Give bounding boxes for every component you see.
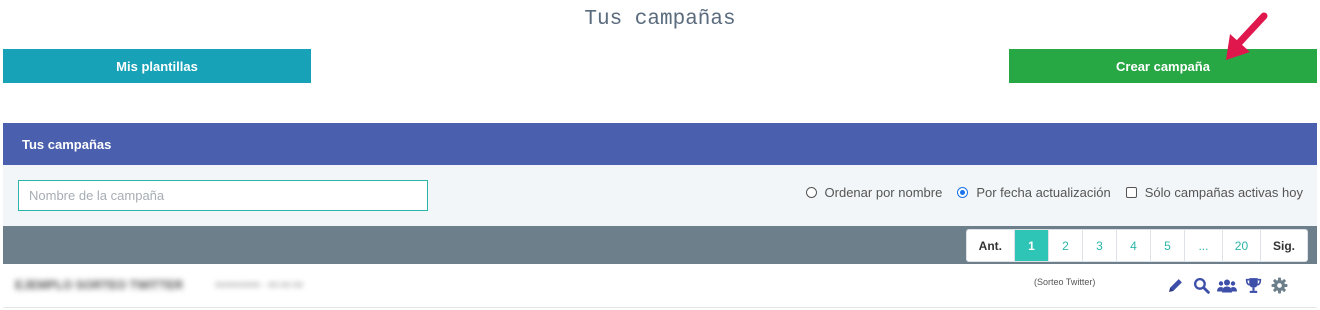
campaign-date: 00/00/0000 - 00:00:00 — [215, 280, 304, 290]
pagination-page-3[interactable]: 3 — [1081, 230, 1116, 261]
pagination-page-5[interactable]: 5 — [1149, 230, 1184, 261]
card-header: Tus campañas — [3, 123, 1317, 165]
sort-by-name-option[interactable]: Ordenar por nombre — [805, 185, 943, 200]
pagination-prev[interactable]: Ant. — [967, 230, 1014, 261]
campaigns-card: Tus campañas Ordenar por nombre Por fech… — [3, 123, 1317, 310]
pagination-page-1[interactable]: 1 — [1013, 230, 1048, 261]
pagination-page-2[interactable]: 2 — [1047, 230, 1082, 261]
search-icon[interactable] — [1191, 275, 1211, 295]
my-templates-button[interactable]: Mis plantillas — [3, 49, 311, 83]
edit-pencil-icon[interactable] — [1165, 275, 1185, 295]
campaign-row: EJEMPLO SORTEO TWITTER 00/00/0000 - 00:0… — [3, 264, 1317, 308]
pagination-next[interactable]: Sig. — [1259, 230, 1307, 261]
campaign-type: (Sorteo Twitter) — [1034, 277, 1096, 287]
sort-options: Ordenar por nombre Por fecha actualizaci… — [791, 185, 1303, 200]
pagination: Ant. 1 2 3 4 5 ... 20 Sig. — [965, 229, 1308, 262]
sort-by-name-radio[interactable] — [805, 187, 817, 198]
sort-by-name-label: Ordenar por nombre — [824, 185, 943, 200]
filter-bar: Ordenar por nombre Por fecha actualizaci… — [3, 165, 1317, 226]
campaign-search-input[interactable] — [18, 180, 428, 211]
campaign-actions — [1165, 275, 1289, 295]
sort-by-date-radio[interactable] — [957, 187, 969, 198]
page-title: Tus campañas — [584, 8, 736, 31]
pagination-bar: Ant. 1 2 3 4 5 ... 20 Sig. — [3, 226, 1317, 264]
sort-by-date-label: Por fecha actualización — [976, 185, 1111, 200]
campaign-name[interactable]: EJEMPLO SORTEO TWITTER — [15, 278, 183, 292]
trophy-icon[interactable] — [1243, 275, 1263, 295]
sort-by-date-option[interactable]: Por fecha actualización — [957, 185, 1111, 200]
pagination-page-4[interactable]: 4 — [1115, 230, 1150, 261]
active-only-label: Sólo campañas activas hoy — [1144, 185, 1303, 200]
pagination-ellipsis: ... — [1183, 230, 1222, 261]
active-only-option[interactable]: Sólo campañas activas hoy — [1125, 185, 1303, 200]
gear-icon[interactable] — [1269, 275, 1289, 295]
active-only-checkbox[interactable] — [1125, 187, 1137, 198]
pointer-arrow-icon — [1226, 12, 1268, 60]
users-icon[interactable] — [1217, 275, 1237, 295]
pagination-page-20[interactable]: 20 — [1221, 230, 1260, 261]
